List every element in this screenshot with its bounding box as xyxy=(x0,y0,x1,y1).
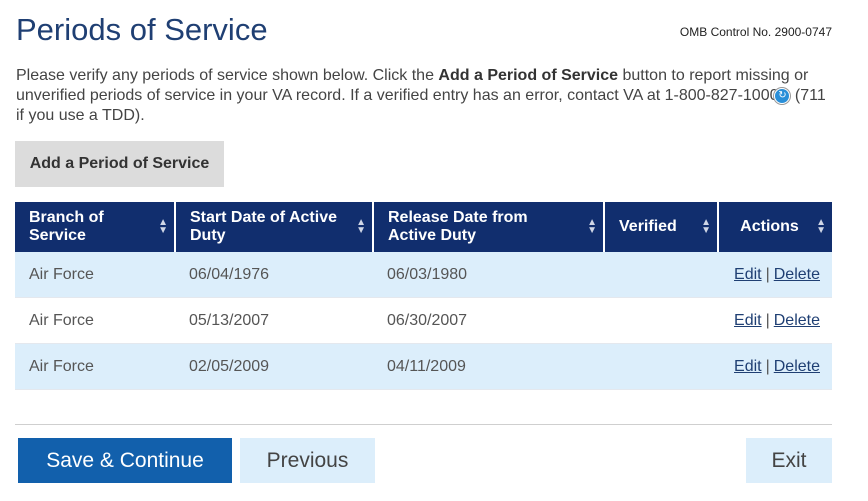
cell-actions: Edit | Delete xyxy=(718,297,832,344)
cell-branch: Air Force xyxy=(15,343,175,390)
cell-verified xyxy=(604,343,718,390)
cell-verified xyxy=(604,297,718,344)
previous-button[interactable]: Previous xyxy=(240,438,375,483)
cell-branch: Air Force xyxy=(15,252,175,298)
sort-icon[interactable]: ▲ ▼ xyxy=(158,218,168,236)
cell-start-date: 05/13/2007 xyxy=(175,297,373,344)
table-row: Air Force 05/13/2007 06/30/2007 Edit | Del… xyxy=(15,297,832,344)
table-header-row: Branch of Service ▲ ▼ Start Date of Active… xyxy=(15,202,832,252)
omb-control-number: OMB Control No. 2900-0747 xyxy=(679,25,832,39)
phone-call-icon[interactable]: ↻ xyxy=(774,87,791,104)
cell-release-date: 06/03/1980 xyxy=(373,252,604,298)
header-actions[interactable]: Actions ▲ ▼ xyxy=(718,202,832,252)
exit-button[interactable]: Exit xyxy=(746,438,832,483)
action-separator: | xyxy=(765,311,770,329)
action-separator: | xyxy=(765,265,770,283)
header-start-date[interactable]: Start Date of Active Duty ▲ ▼ xyxy=(175,202,374,252)
save-continue-button[interactable]: Save & Continue xyxy=(18,438,232,483)
intro-text: Please verify any periods of service sho… xyxy=(16,66,826,126)
cell-actions: Edit | Delete xyxy=(718,343,832,390)
header-label: Branch of Service xyxy=(29,209,104,244)
footer-divider xyxy=(15,424,832,425)
cell-verified xyxy=(604,252,718,298)
header-label: Verified xyxy=(619,218,677,235)
sort-icon[interactable]: ▲ ▼ xyxy=(356,218,366,236)
header-release-date[interactable]: Release Date from Active Duty ▲ ▼ xyxy=(373,202,605,252)
header-label: Start Date of Active Duty xyxy=(190,209,337,244)
delete-link[interactable]: Delete xyxy=(774,358,820,375)
cell-release-date: 06/30/2007 xyxy=(373,297,604,344)
cell-release-date: 04/11/2009 xyxy=(373,343,604,390)
cell-start-date: 06/04/1976 xyxy=(175,252,373,298)
header-verified[interactable]: Verified ▲ ▼ xyxy=(604,202,719,252)
intro-bold: Add a Period of Service xyxy=(438,67,619,84)
add-period-button[interactable]: Add a Period of Service xyxy=(15,141,224,187)
edit-link[interactable]: Edit xyxy=(734,312,762,329)
service-periods-table: Branch of Service ▲ ▼ Start Date of Active… xyxy=(15,202,832,390)
cell-branch: Air Force xyxy=(15,297,175,344)
intro-part1: Please verify any periods of service sho… xyxy=(16,67,439,84)
sort-icon[interactable]: ▲ ▼ xyxy=(587,218,597,236)
header-label: Actions xyxy=(740,218,799,235)
edit-link[interactable]: Edit xyxy=(734,358,762,375)
cell-actions: Edit | Delete xyxy=(718,252,832,298)
edit-link[interactable]: Edit xyxy=(734,266,762,283)
table-row: Air Force 06/04/1976 06/03/1980 Edit | Del… xyxy=(15,252,832,298)
sort-icon[interactable]: ▲ ▼ xyxy=(816,218,826,236)
delete-link[interactable]: Delete xyxy=(774,266,820,283)
delete-link[interactable]: Delete xyxy=(774,312,820,329)
header-label: Release Date from Active Duty xyxy=(388,209,528,244)
header-branch[interactable]: Branch of Service ▲ ▼ xyxy=(15,202,176,252)
page-title: Periods of Service xyxy=(16,12,268,47)
sort-icon[interactable]: ▲ ▼ xyxy=(701,218,711,236)
table-row: Air Force 02/05/2009 04/11/2009 Edit | Del… xyxy=(15,343,832,390)
cell-start-date: 02/05/2009 xyxy=(175,343,373,390)
action-separator: | xyxy=(765,357,770,375)
